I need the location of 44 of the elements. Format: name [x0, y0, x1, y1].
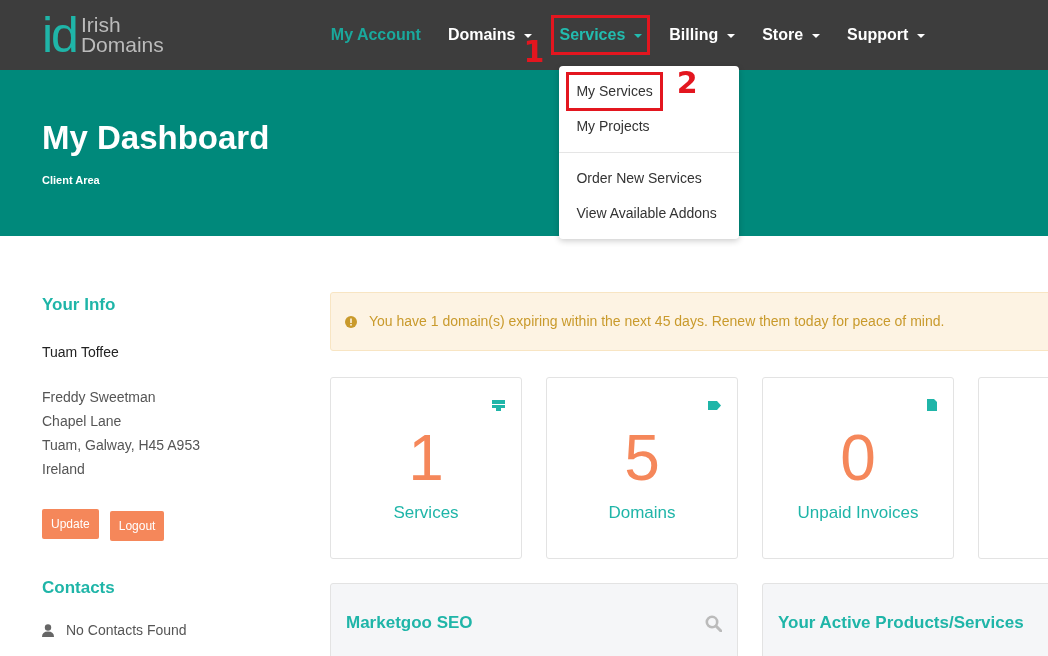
person-icon [42, 624, 54, 637]
logo-mark-icon[interactable]: id [42, 10, 77, 60]
page-subtitle: Client Area [42, 172, 100, 188]
caret-icon [812, 33, 821, 38]
nav-link[interactable]: Support [847, 23, 926, 47]
nav-link[interactable]: Billing [669, 23, 736, 47]
search-icon[interactable] [705, 614, 722, 632]
company-name: Tuam Toffee [42, 342, 120, 362]
annotation-number: 1 [523, 37, 545, 67]
warning-icon [345, 315, 357, 328]
section-heading: Your Info [42, 294, 117, 316]
tag-icon [708, 400, 721, 410]
caret-icon [917, 33, 926, 38]
caret-icon [524, 33, 533, 38]
alert-message: You have 1 domain(s) expiring within the next 45 days. Renew them today for peace of mind. [369, 312, 945, 331]
stat-value: 0 [839, 426, 877, 490]
stat-value: 1 [407, 426, 445, 490]
panel-title: Your Active Products/Services [778, 612, 1024, 635]
server-icon [492, 399, 505, 411]
panel-title: Marketgoo SEO [346, 612, 473, 635]
page-title: My Dashboard [42, 118, 270, 158]
logo-text[interactable]: Irish [80, 15, 164, 35]
caret-icon [634, 33, 643, 38]
address-line: Tuam, Galway, H45 A953 [42, 435, 201, 455]
nav-link[interactable]: Services [559, 23, 643, 47]
logo-text[interactable]: Domains [80, 35, 164, 55]
nav-link[interactable]: Store [762, 23, 821, 47]
caret-icon [727, 33, 736, 38]
stat-value: 5 [623, 426, 661, 490]
dropdown-item[interactable]: My Services [568, 74, 661, 109]
empty-message: No Contacts Found [66, 621, 187, 640]
stat-label: Domains [607, 502, 677, 524]
stat-label: Unpaid Invoices [796, 502, 920, 524]
address-line: Freddy Sweetman [42, 387, 157, 407]
annotation-number: 2 [676, 68, 698, 98]
address-line: Chapel Lane [42, 411, 123, 431]
dropdown-item[interactable]: My Projects [568, 109, 658, 144]
section-heading: Contacts [42, 576, 116, 599]
dropdown-item[interactable]: View Available Addons [568, 196, 725, 231]
address-line: Ireland [42, 459, 86, 479]
file-icon [927, 399, 937, 412]
dropdown-item[interactable]: Order New Services [568, 161, 710, 196]
nav-link[interactable]: My Account [330, 23, 421, 47]
stat-label: Services [392, 502, 460, 524]
